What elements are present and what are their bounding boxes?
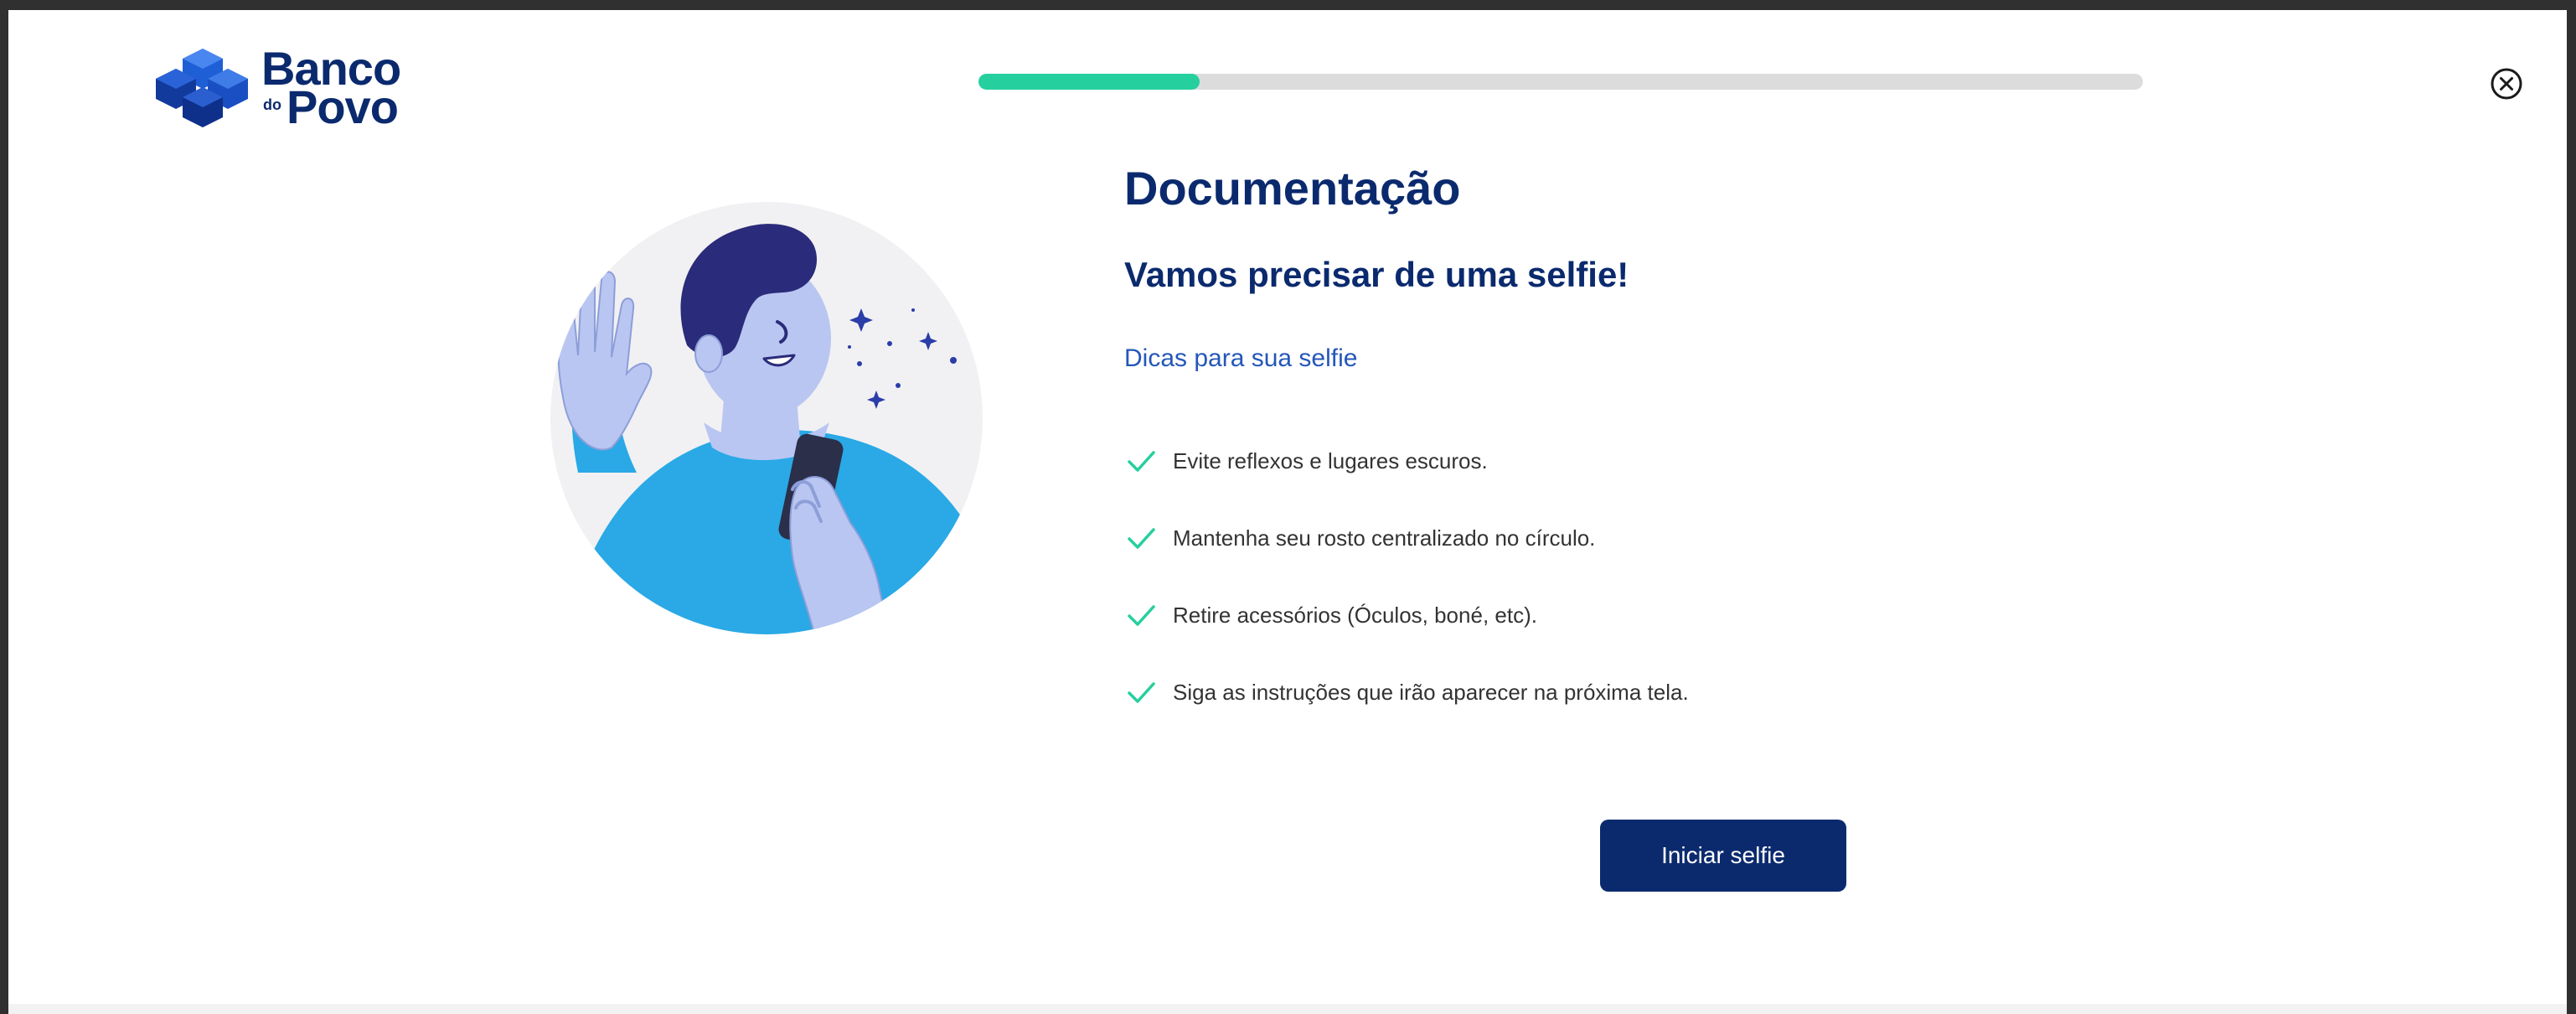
tips-heading: Dicas para sua selfie — [1124, 344, 1358, 372]
check-icon — [1128, 451, 1155, 472]
selfie-illustration — [545, 196, 989, 640]
page-title: Documentação — [1124, 162, 1461, 215]
tip-item: Retire acessórios (Óculos, boné, etc). — [1124, 577, 1689, 654]
close-circle-icon — [2491, 68, 2522, 100]
check-icon — [1128, 682, 1155, 703]
logo-text-povo: Povo — [287, 80, 399, 133]
page-subtitle: Vamos precisar de uma selfie! — [1124, 255, 1629, 294]
banco-do-povo-logo: Banco do Povo — [151, 44, 410, 136]
tip-text: Evite reflexos e lugares escuros. — [1173, 448, 1488, 473]
person-selfie-illustration-icon — [550, 202, 983, 634]
progress-fill — [978, 74, 1200, 90]
tip-item: Siga as instruções que irão aparecer na … — [1124, 654, 1689, 731]
close-button[interactable] — [2488, 65, 2525, 102]
app-window: Banco do Povo Documentação Vamos precisa… — [8, 10, 2567, 1014]
bottom-strip — [8, 1004, 2567, 1014]
check-icon — [1128, 605, 1155, 626]
tip-text: Retire acessórios (Óculos, boné, etc). — [1173, 603, 1537, 628]
logo-text-do: do — [263, 96, 281, 113]
progress-bar — [978, 74, 2143, 90]
tip-item: Evite reflexos e lugares escuros. — [1124, 422, 1689, 499]
tip-item: Mantenha seu rosto centralizado no círcu… — [1124, 499, 1689, 577]
tip-text: Mantenha seu rosto centralizado no círcu… — [1173, 525, 1596, 551]
start-selfie-button[interactable]: Iniciar selfie — [1600, 820, 1846, 892]
tip-text: Siga as instruções que irão aparecer na … — [1173, 680, 1689, 705]
tips-list: Evite reflexos e lugares escuros. Manten… — [1124, 422, 1689, 731]
check-icon — [1128, 528, 1155, 549]
cube-cluster-logo-icon — [156, 49, 248, 127]
